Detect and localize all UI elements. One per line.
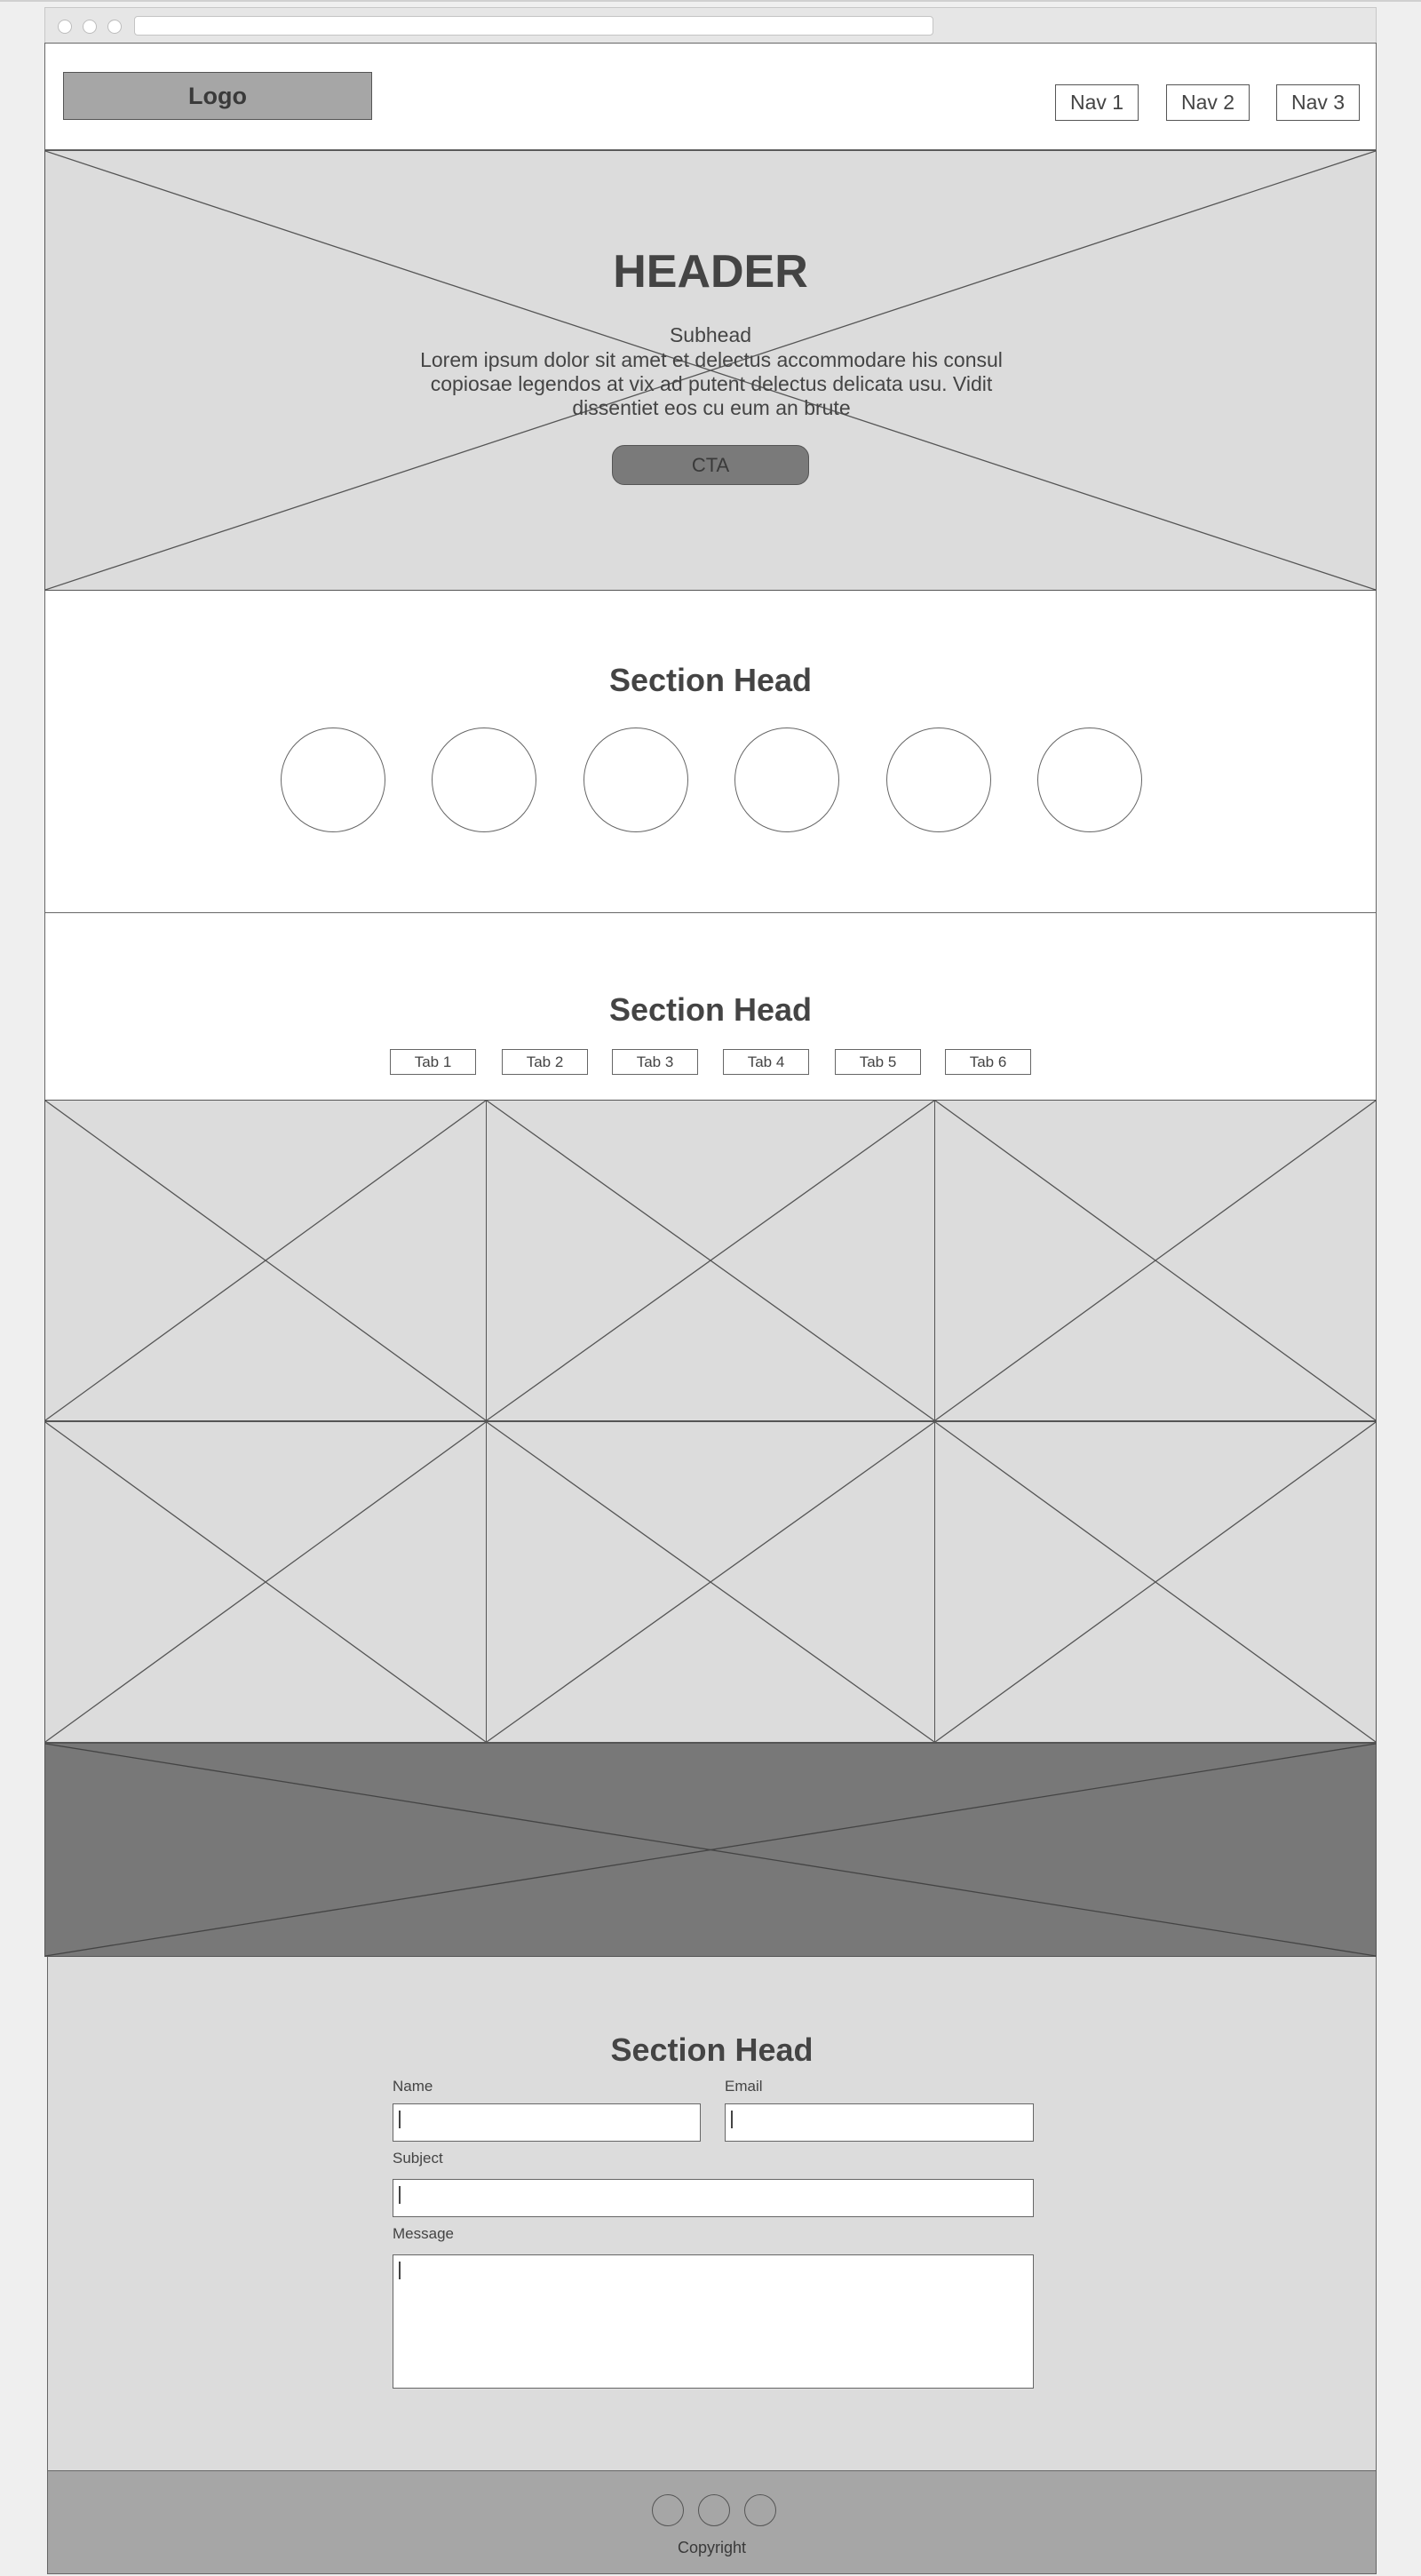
features-section: Section Head: [44, 591, 1377, 913]
nav-item-2[interactable]: Nav 2: [1166, 84, 1250, 121]
feature-circle-4[interactable]: [734, 727, 839, 832]
social-icon-2[interactable]: [698, 2494, 730, 2526]
top-border: [0, 0, 1421, 2]
contact-title: Section Head: [610, 2031, 814, 2068]
nav-item-3[interactable]: Nav 3: [1276, 84, 1360, 121]
feature-circle-6[interactable]: [1037, 727, 1142, 832]
address-bar[interactable]: [134, 16, 933, 36]
gallery-image-6[interactable]: [934, 1421, 1377, 1743]
logo[interactable]: Logo: [63, 72, 372, 120]
text-caret: [731, 2111, 733, 2128]
social-icon-1[interactable]: [652, 2494, 684, 2526]
subject-label: Subject: [393, 2150, 443, 2167]
site-footer: Copyright: [47, 2470, 1377, 2574]
nav-item-1[interactable]: Nav 1: [1055, 84, 1139, 121]
email-label: Email: [725, 2078, 763, 2095]
hero-section: HEADER Subhead Lorem ipsum dolor sit ame…: [44, 150, 1377, 591]
message-label: Message: [393, 2225, 454, 2242]
gallery-title: Section Head: [608, 991, 813, 1028]
window-maximize-dot[interactable]: [107, 20, 122, 34]
cta-button[interactable]: CTA: [612, 445, 809, 485]
feature-circle-2[interactable]: [432, 727, 536, 832]
tab-1[interactable]: Tab 1: [390, 1049, 476, 1075]
window-close-dot[interactable]: [58, 20, 72, 34]
gallery-image-3[interactable]: [934, 1100, 1377, 1421]
text-caret: [399, 2186, 401, 2204]
hero-subhead: Subhead: [669, 323, 752, 346]
gallery-image-4[interactable]: [44, 1421, 487, 1743]
tab-3[interactable]: Tab 3: [612, 1049, 698, 1075]
text-caret: [399, 2111, 401, 2128]
feature-circle-5[interactable]: [886, 727, 991, 832]
features-title: Section Head: [608, 662, 813, 698]
tab-5[interactable]: Tab 5: [835, 1049, 921, 1075]
tab-2[interactable]: Tab 2: [502, 1049, 588, 1075]
gallery-image-5[interactable]: [486, 1421, 935, 1743]
contact-section: Section Head Name Email Subject Message: [47, 1957, 1377, 2470]
gallery-image-1[interactable]: [44, 1100, 487, 1421]
banner-image-placeholder: [44, 1743, 1377, 1957]
tab-6[interactable]: Tab 6: [945, 1049, 1031, 1075]
browser-chrome: [44, 7, 1377, 43]
message-field[interactable]: [393, 2254, 1034, 2389]
hero-body-text: Lorem ipsum dolor sit amet et delectus a…: [420, 348, 1003, 419]
copyright-text: Copyright: [677, 2539, 747, 2556]
feature-circle-1[interactable]: [281, 727, 385, 832]
subject-field[interactable]: [393, 2179, 1034, 2217]
email-field[interactable]: [725, 2103, 1034, 2142]
name-label: Name: [393, 2078, 433, 2095]
name-field[interactable]: [393, 2103, 701, 2142]
hero-title: HEADER: [613, 246, 808, 298]
tab-4[interactable]: Tab 4: [723, 1049, 809, 1075]
window-minimize-dot[interactable]: [83, 20, 97, 34]
gallery-image-2[interactable]: [486, 1100, 935, 1421]
feature-circle-3[interactable]: [583, 727, 688, 832]
gallery-section: Section Head Tab 1 Tab 2 Tab 3 Tab 4 Tab…: [44, 913, 1377, 1100]
site-header: Logo Nav 1 Nav 2 Nav 3: [44, 43, 1377, 150]
text-caret: [399, 2262, 401, 2279]
social-icon-3[interactable]: [744, 2494, 776, 2526]
